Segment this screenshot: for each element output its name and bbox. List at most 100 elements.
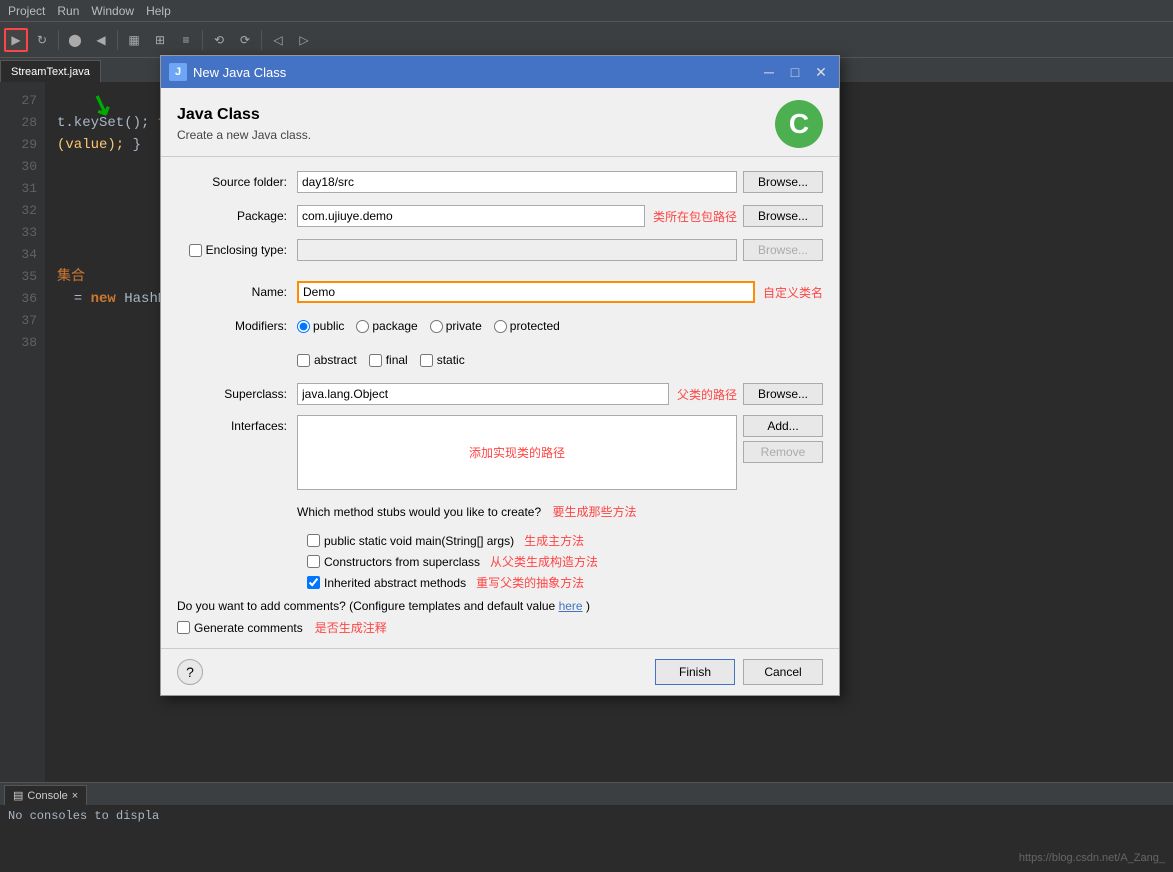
stub3-label: Inherited abstract methods <box>324 576 466 590</box>
comments-here-link[interactable]: here <box>559 599 583 613</box>
superclass-input[interactable] <box>297 383 669 405</box>
interfaces-area[interactable]: 添加实现类的路径 <box>297 415 737 490</box>
tab-streamtext[interactable]: StreamText.java <box>0 60 101 82</box>
name-input[interactable] <box>297 281 755 303</box>
stubs-label-row: Which method stubs would you like to cre… <box>177 498 823 524</box>
dialog-header-title: Java Class <box>177 106 311 124</box>
stub3-checkbox[interactable] <box>307 576 320 589</box>
bottom-panel: ▤ Console × No consoles to displa <box>0 782 1173 872</box>
toolbar-btn-2[interactable]: ⬤ <box>63 28 87 52</box>
dialog-title: New Java Class <box>193 65 753 80</box>
generate-comments-label: Generate comments <box>194 621 303 635</box>
package-browse-btn[interactable]: Browse... <box>743 205 823 227</box>
toolbar: ▶ ↻ ⬤ ◀ ▦ ⊞ ≡ ⟲ ⟳ ◁ ▷ <box>0 22 1173 58</box>
stub2-annotation: 从父类生成构造方法 <box>490 553 598 570</box>
mod-final-text: final <box>386 353 408 367</box>
console-tab-label: Console <box>27 790 67 802</box>
modifiers-options: public package private protected <box>297 319 823 333</box>
menu-project[interactable]: Project <box>8 4 45 18</box>
source-folder-browse-btn[interactable]: Browse... <box>743 171 823 193</box>
dialog-footer: ? Finish Cancel <box>161 648 839 695</box>
console-content: No consoles to displa <box>0 805 1173 827</box>
modifiers-label: Modifiers: <box>177 319 297 333</box>
stubs-question: Which method stubs would you like to cre… <box>297 503 636 520</box>
stub2-label: Constructors from superclass <box>324 555 480 569</box>
enclosing-row: Enclosing type: Browse... <box>177 237 823 263</box>
toolbar-btn-6[interactable]: ≡ <box>174 28 198 52</box>
stub2-checkbox[interactable] <box>307 555 320 568</box>
comments-q-row: Do you want to add comments? (Configure … <box>177 599 823 613</box>
modifier-protected-radio[interactable] <box>494 320 507 333</box>
package-annotation: 类所在包包路径 <box>653 208 737 225</box>
enclosing-browse-btn[interactable]: Browse... <box>743 239 823 261</box>
mod-final-checkbox[interactable] <box>369 354 382 367</box>
menu-bar: Project Run Window Help <box>0 0 1173 22</box>
mod-static-checkbox[interactable] <box>420 354 433 367</box>
dialog-body: Source folder: Browse... Package: 类所在包包路… <box>161 157 839 648</box>
package-label: Package: <box>177 209 297 223</box>
mod-abstract-checkbox[interactable] <box>297 354 310 367</box>
finish-button[interactable]: Finish <box>655 659 735 685</box>
toolbar-run-btn[interactable]: ▶ <box>4 28 28 52</box>
comments-section: Do you want to add comments? (Configure … <box>177 599 823 636</box>
interfaces-add-btn[interactable]: Add... <box>743 415 823 437</box>
modifier-public-text: public <box>313 319 344 333</box>
menu-run[interactable]: Run <box>57 4 79 18</box>
console-tab[interactable]: ▤ Console × <box>4 785 87 805</box>
menu-window[interactable]: Window <box>91 4 134 18</box>
cancel-button[interactable]: Cancel <box>743 659 823 685</box>
package-row: Package: 类所在包包路径 Browse... <box>177 203 823 229</box>
comments-end: ) <box>586 599 590 613</box>
enclosing-label-container: Enclosing type: <box>177 243 297 257</box>
superclass-row: Superclass: 父类的路径 Browse... <box>177 381 823 407</box>
toolbar-btn-9[interactable]: ◁ <box>266 28 290 52</box>
toolbar-btn-3[interactable]: ◀ <box>89 28 113 52</box>
help-button[interactable]: ? <box>177 659 203 685</box>
mod-abstract-label[interactable]: abstract <box>297 353 357 367</box>
toolbar-btn-8[interactable]: ⟳ <box>233 28 257 52</box>
interfaces-remove-btn[interactable]: Remove <box>743 441 823 463</box>
modifier-private-label[interactable]: private <box>430 319 482 333</box>
modifier-package-radio[interactable] <box>356 320 369 333</box>
stub1-checkbox[interactable] <box>307 534 320 547</box>
dialog-close-btn[interactable]: ✕ <box>811 62 831 82</box>
dialog-minimize-btn[interactable]: ─ <box>759 62 779 82</box>
source-folder-label: Source folder: <box>177 175 297 189</box>
interfaces-row: Interfaces: 添加实现类的路径 Add... Remove <box>177 415 823 490</box>
menu-help[interactable]: Help <box>146 4 171 18</box>
mod-final-label[interactable]: final <box>369 353 408 367</box>
console-tab-close[interactable]: × <box>72 790 78 802</box>
dialog-header: Java Class Create a new Java class. C <box>161 88 839 157</box>
enclosing-label: Enclosing type: <box>206 243 287 257</box>
name-row: Name: 自定义类名 <box>177 279 823 305</box>
source-folder-row: Source folder: Browse... <box>177 169 823 195</box>
generate-comments-row: Generate comments 是否生成注释 <box>177 619 823 636</box>
interfaces-label: Interfaces: <box>177 415 297 433</box>
console-tab-icon: ▤ <box>13 789 23 802</box>
comments-q-text: Do you want to add comments? (Configure … <box>177 599 555 613</box>
modifier-private-radio[interactable] <box>430 320 443 333</box>
superclass-browse-btn[interactable]: Browse... <box>743 383 823 405</box>
superclass-annotation: 父类的路径 <box>677 386 737 403</box>
toolbar-btn-1[interactable]: ↻ <box>30 28 54 52</box>
dialog-maximize-btn[interactable]: □ <box>785 62 805 82</box>
stub3-row: Inherited abstract methods 重写父类的抽象方法 <box>307 574 823 591</box>
package-input[interactable] <box>297 205 645 227</box>
modifier-public-radio[interactable] <box>297 320 310 333</box>
toolbar-btn-5[interactable]: ⊞ <box>148 28 172 52</box>
toolbar-btn-7[interactable]: ⟲ <box>207 28 231 52</box>
modifier-package-label[interactable]: package <box>356 319 417 333</box>
dialog-header-desc: Create a new Java class. <box>177 128 311 142</box>
source-folder-input[interactable] <box>297 171 737 193</box>
mod-static-label[interactable]: static <box>420 353 465 367</box>
enclosing-input[interactable] <box>297 239 737 261</box>
modifier-protected-label[interactable]: protected <box>494 319 560 333</box>
toolbar-btn-4[interactable]: ▦ <box>122 28 146 52</box>
dialog-logo: C <box>775 100 823 148</box>
generate-comments-checkbox[interactable] <box>177 621 190 634</box>
toolbar-btn-10[interactable]: ▷ <box>292 28 316 52</box>
modifier-public-label[interactable]: public <box>297 319 344 333</box>
new-java-class-dialog: J New Java Class ─ □ ✕ Java Class Create… <box>160 55 840 696</box>
enclosing-checkbox[interactable] <box>189 244 202 257</box>
modifier-package-text: package <box>372 319 417 333</box>
